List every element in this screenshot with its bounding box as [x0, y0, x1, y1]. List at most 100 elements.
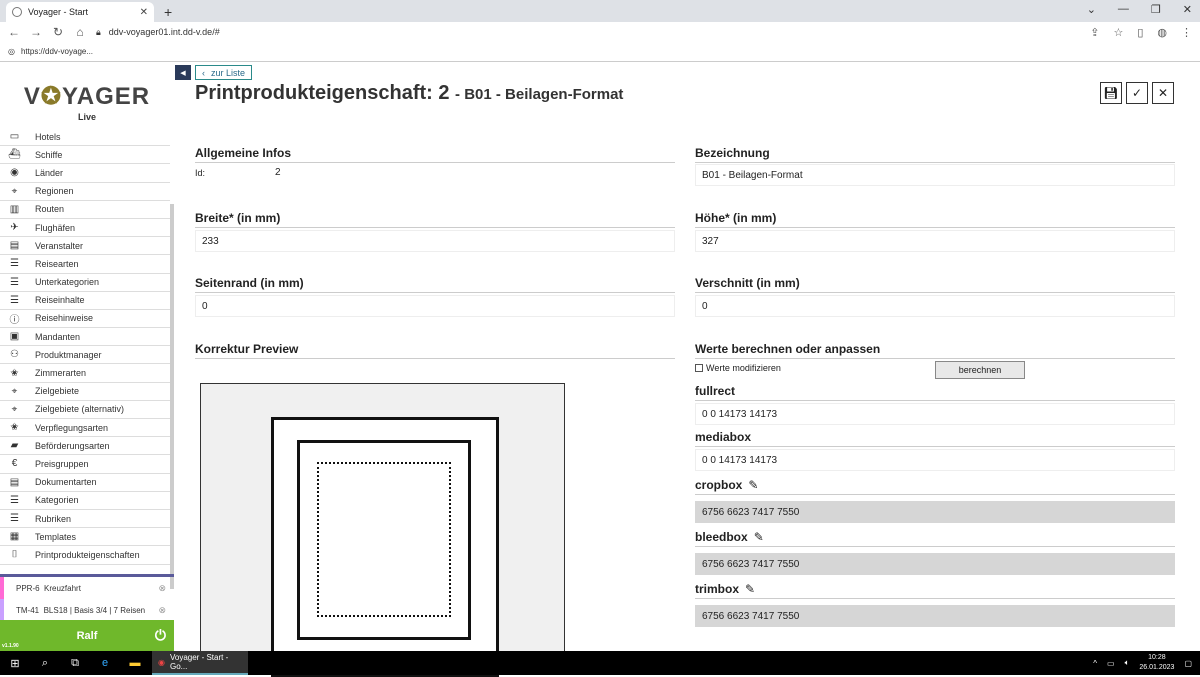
- save-button[interactable]: 💾︎: [1100, 82, 1122, 104]
- bookmark-item[interactable]: https://ddv-voyage...: [21, 47, 93, 56]
- sidebar-item-reisearten[interactable]: ☰ Reisearten: [0, 255, 170, 274]
- sidebar-item-preisgruppen[interactable]: € Preisgruppen: [0, 455, 170, 474]
- confirm-button[interactable]: ✓: [1126, 82, 1148, 104]
- reload-icon[interactable]: ↻: [52, 25, 64, 39]
- hoehe-input[interactable]: 327: [695, 230, 1175, 252]
- bookmark-favicon-icon: ◎: [8, 47, 15, 56]
- pin-icon: ⌖: [11, 403, 18, 415]
- sidebar-item-printprodukteigenschaften[interactable]: ⌷ Printprodukteigenschaften: [0, 546, 170, 565]
- sidepanel-icon[interactable]: ▯: [1137, 26, 1143, 39]
- search-icon[interactable]: ⌕: [30, 657, 60, 670]
- restore-icon[interactable]: ❐: [1151, 3, 1161, 16]
- edge-icon[interactable]: e: [90, 657, 120, 669]
- sidebar-item-beförderungsarten[interactable]: ▰ Beförderungsarten: [0, 437, 170, 456]
- section-bezeichnung: Bezeichnung: [695, 146, 1175, 163]
- pencil-icon[interactable]: ✎: [754, 530, 764, 544]
- sidebar-item-flughäfen[interactable]: ✈ Flughäfen: [0, 219, 170, 238]
- sidebar-item-routen[interactable]: ▥ Routen: [0, 201, 170, 219]
- bed-icon: ▭: [9, 131, 20, 143]
- sidebar-item-hotels[interactable]: ▭ Hotels: [0, 128, 170, 147]
- forward-arrow-icon[interactable]: →: [30, 25, 42, 39]
- menu-dots-icon[interactable]: ⋮: [1181, 26, 1192, 39]
- sidebar-item-veranstalter[interactable]: ▤ Veranstalter: [0, 237, 170, 256]
- sidebar-item-zielgebiete-alternativ-[interactable]: ⌖ Zielgebiete (alternativ): [0, 401, 170, 419]
- pencil-icon[interactable]: ✎: [748, 478, 758, 492]
- sidebar-item-rubriken[interactable]: ☰ Rubriken: [0, 510, 170, 529]
- sidebar-item-produktmanager[interactable]: ⚇ Produktmanager: [0, 346, 170, 365]
- calculate-button[interactable]: berechnen: [935, 361, 1025, 379]
- modify-values-checkbox[interactable]: Werte modifizieren: [695, 363, 781, 373]
- checkbox-box[interactable]: [695, 364, 703, 372]
- pencil-icon[interactable]: ✎: [745, 582, 755, 596]
- seitenrand-input[interactable]: 0: [195, 295, 675, 317]
- close-circle-icon[interactable]: ⊗: [158, 583, 166, 594]
- browser-tab[interactable]: Voyager - Start ✕: [6, 2, 154, 22]
- section-seitenrand: Seitenrand (in mm): [195, 276, 675, 293]
- notification-icon[interactable]: ▢: [1184, 659, 1192, 668]
- explorer-icon[interactable]: ▬: [120, 657, 150, 669]
- list-icon: ☰: [10, 258, 19, 270]
- check-icon: ✓: [1131, 86, 1143, 100]
- window-controls: ⌄ — ❐ ✕: [1087, 3, 1192, 16]
- sidebar-item-label: Regionen: [35, 186, 74, 197]
- sidebar-item-label: Schiffe: [35, 149, 63, 160]
- sidebar-item-zimmerarten[interactable]: ✬ Zimmerarten: [0, 364, 170, 383]
- sidebar-item-länder[interactable]: ◉ Länder: [0, 164, 170, 183]
- sidebar-item-templates[interactable]: ▦ Templates: [0, 528, 170, 547]
- bleedbox-input[interactable]: 6756 6623 7417 7550: [695, 553, 1175, 575]
- sidebar-item-mandanten[interactable]: ▣ Mandanten: [0, 328, 170, 347]
- profile-icon[interactable]: ◍: [1157, 26, 1167, 39]
- bezeichnung-input[interactable]: B01 - Beilagen-Format: [695, 164, 1175, 186]
- close-tab-icon[interactable]: ✕: [140, 7, 148, 18]
- verschnitt-input[interactable]: 0: [695, 295, 1175, 317]
- mediabox-input[interactable]: 0 0 14173 14173: [695, 449, 1175, 471]
- frame-icon: ⌷: [11, 549, 18, 561]
- sidebar-item-dokumentarten[interactable]: ▤ Dokumentarten: [0, 474, 170, 492]
- share-icon[interactable]: ⇪: [1090, 26, 1099, 39]
- plane-icon: ✈: [10, 222, 19, 234]
- sidebar-item-kategorien[interactable]: ☰ Kategorien: [0, 492, 170, 510]
- section-cropbox: cropbox ✎: [695, 478, 1175, 495]
- sidebar-item-schiffe[interactable]: ⛴ Schiffe: [0, 146, 170, 165]
- taskbar-chrome-app[interactable]: ◉ Voyager - Start - Go...: [152, 651, 248, 675]
- tray-chevron-icon[interactable]: ^: [1093, 659, 1097, 668]
- power-icon[interactable]: ⏻: [155, 627, 166, 644]
- section-preview: Korrektur Preview: [195, 342, 675, 359]
- open-record-item[interactable]: TM-41 BLS18 | Basis 3/4 | 7 Reisen ⊗: [0, 599, 174, 621]
- clock[interactable]: 10:28 26.01.2023: [1139, 653, 1174, 673]
- sidebar-item-label: Rubriken: [35, 513, 72, 524]
- star-icon[interactable]: ☆: [1113, 26, 1123, 39]
- bus-icon: ▰: [10, 440, 19, 452]
- globe-icon: ◉: [10, 167, 19, 179]
- breite-input[interactable]: 233: [195, 230, 675, 252]
- new-tab-icon[interactable]: +: [164, 4, 172, 20]
- section-bleedbox: bleedbox ✎: [695, 530, 1175, 547]
- collapse-sidebar-button[interactable]: ◀: [175, 65, 191, 80]
- sidebar-item-reiseinhalte[interactable]: ☰ Reiseinhalte: [0, 292, 170, 310]
- minimize-icon[interactable]: —: [1118, 3, 1129, 16]
- trimbox-input[interactable]: 6756 6623 7417 7550: [695, 605, 1175, 627]
- chevron-down-icon[interactable]: ⌄: [1087, 3, 1096, 16]
- home-icon[interactable]: ⌂: [74, 25, 86, 39]
- network-icon[interactable]: ▭: [1107, 659, 1115, 668]
- windows-start-icon[interactable]: ⊞: [0, 657, 30, 670]
- sidebar-item-verpflegungsarten[interactable]: ✬ Verpflegungsarten: [0, 419, 170, 438]
- sidebar-item-regionen[interactable]: ⌖ Regionen: [0, 183, 170, 201]
- back-to-list-button[interactable]: ‹ zur Liste: [195, 65, 253, 80]
- volume-icon[interactable]: 🔈︎: [1125, 658, 1130, 668]
- section-breite: Breite* (in mm): [195, 211, 675, 228]
- lock-icon: 🔒︎: [96, 26, 101, 37]
- close-icon[interactable]: ✕: [1183, 3, 1192, 16]
- sidebar-scrollbar[interactable]: [170, 204, 174, 589]
- fullrect-input[interactable]: 0 0 14173 14173: [695, 403, 1175, 425]
- sidebar-item-reisehinweise[interactable]: ⓘ Reisehinweise: [0, 310, 170, 329]
- task-view-icon[interactable]: ⧉: [60, 657, 90, 670]
- cancel-button[interactable]: ✕: [1152, 82, 1174, 104]
- back-arrow-icon[interactable]: ←: [8, 25, 20, 39]
- sidebar-item-unterkategorien[interactable]: ☰ Unterkategorien: [0, 274, 170, 292]
- open-record-item[interactable]: PPR-6 Kreuzfahrt ⊗: [0, 577, 174, 599]
- close-circle-icon[interactable]: ⊗: [158, 605, 166, 616]
- url-field[interactable]: 🔒︎ ddv-voyager01.int.dd-v.de/#: [96, 27, 1080, 38]
- cropbox-input[interactable]: 6756 6623 7417 7550: [695, 501, 1175, 523]
- sidebar-item-zielgebiete[interactable]: ⌖ Zielgebiete: [0, 383, 170, 401]
